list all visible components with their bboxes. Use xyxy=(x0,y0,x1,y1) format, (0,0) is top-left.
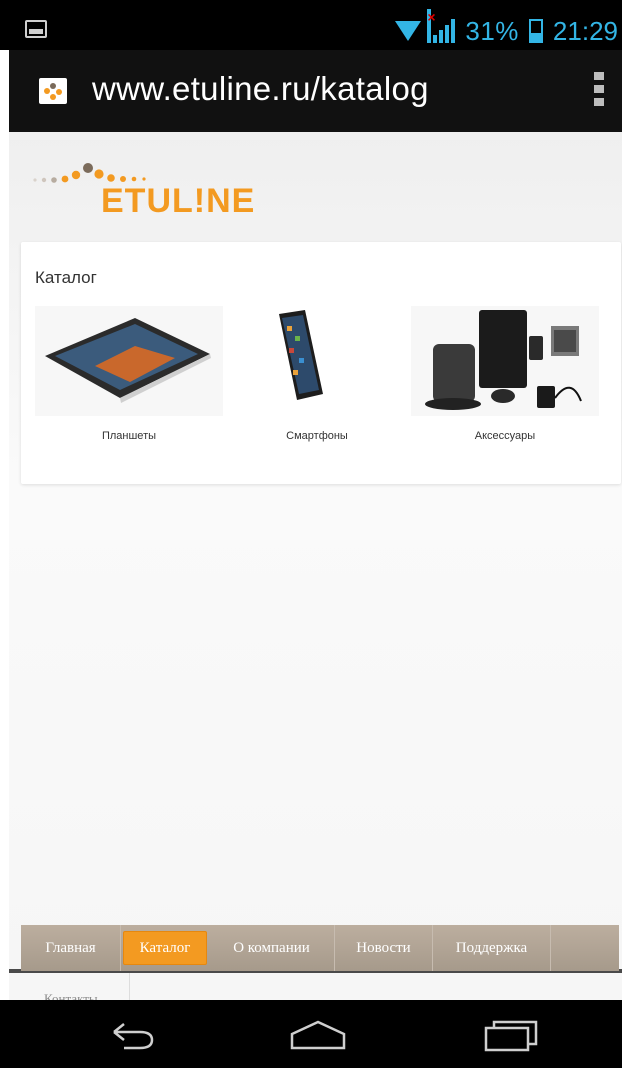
nav-item-contacts[interactable]: Контакты xyxy=(44,991,98,1000)
catalog-item-tablets[interactable]: Планшеты xyxy=(35,306,223,442)
nav-item-news[interactable]: Новости xyxy=(335,925,433,971)
accessories-image xyxy=(411,306,599,416)
clock: 21:29 xyxy=(552,15,618,46)
catalog-item-accessories[interactable]: Аксессуары xyxy=(411,306,599,442)
catalog-item-label: Планшеты xyxy=(101,430,157,442)
battery-percent: 31% xyxy=(465,15,519,46)
catalog-title: Каталог xyxy=(35,268,97,287)
tablet-image xyxy=(35,306,223,416)
nav-item-catalog[interactable]: Каталог xyxy=(123,931,207,965)
recents-icon[interactable] xyxy=(480,1014,540,1054)
catalog-item-smartphones[interactable]: Смартфоны xyxy=(223,306,411,442)
site-nav: Главная Каталог О компании Новости Подде… xyxy=(21,925,619,971)
catalog-panel: Каталог Планшеты Смартфоны Аксессуары xyxy=(21,242,621,484)
nav-item-home[interactable]: Главная xyxy=(21,925,121,971)
gallery-notification-icon xyxy=(25,20,47,38)
site-logo[interactable]: ETUL!NE xyxy=(31,154,261,220)
site-favicon xyxy=(39,78,67,104)
battery-icon xyxy=(528,19,543,43)
wifi-icon xyxy=(395,21,422,41)
logo-text: ETUL!NE xyxy=(101,182,256,220)
contacts-divider xyxy=(129,973,130,1000)
smartphone-image xyxy=(279,310,323,400)
nav-item-support[interactable]: Поддержка xyxy=(433,925,551,971)
url-text[interactable]: www.etuline.ru/katalog xyxy=(92,70,429,108)
web-page: ETUL!NE Каталог Планшеты Смартфоны Аксес… xyxy=(9,132,622,1000)
home-icon[interactable] xyxy=(288,1014,348,1054)
status-indicators: × 31% 21:29 xyxy=(395,9,618,48)
browser-url-bar[interactable]: www.etuline.ru/katalog xyxy=(9,50,622,132)
status-bar: × 31% 21:29 xyxy=(0,0,622,50)
catalog-item-label: Смартфоны xyxy=(286,430,348,442)
back-icon[interactable] xyxy=(100,1014,160,1054)
screen: × 31% 21:29 www.etuline.ru/katalog ETUL!… xyxy=(0,0,622,1068)
catalog-item-label: Аксессуары xyxy=(474,430,536,442)
system-nav-bar xyxy=(0,1000,622,1068)
signal-icon: × xyxy=(427,9,456,43)
overflow-menu-icon[interactable] xyxy=(594,72,604,106)
nav-item-about[interactable]: О компании xyxy=(209,925,335,971)
